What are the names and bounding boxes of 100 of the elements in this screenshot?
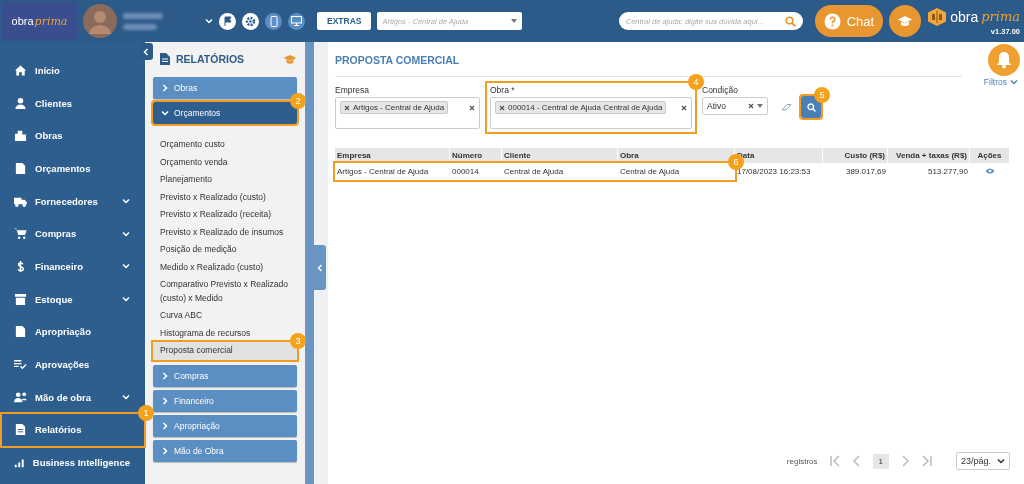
accordion-header[interactable]: Compras bbox=[153, 364, 297, 387]
panel-title: RELATÓRIOS bbox=[176, 53, 246, 65]
phone-icon[interactable] bbox=[265, 12, 282, 30]
submenu-item[interactable]: Orçamento custo bbox=[153, 136, 232, 154]
sidebar-item[interactable]: Estoque bbox=[2, 282, 144, 316]
page-title: PROPOSTA COMERCIAL bbox=[335, 54, 460, 66]
flag-icon[interactable] bbox=[219, 12, 236, 30]
remove-icon[interactable] bbox=[499, 104, 505, 111]
search-icon bbox=[806, 102, 816, 112]
view-icon[interactable] bbox=[985, 168, 995, 174]
sidebar-item[interactable]: Financeiro bbox=[2, 250, 144, 283]
accordion-header[interactable]: Apropriação bbox=[153, 414, 297, 437]
redacted-name bbox=[123, 12, 163, 30]
chevron-icon bbox=[161, 421, 169, 430]
caret-icon bbox=[122, 197, 130, 206]
submenu-item[interactable]: Previsto x Realizado (custo) bbox=[153, 188, 273, 206]
callout-badge: 2 bbox=[290, 93, 306, 109]
sidebar-item[interactable]: Aprovações bbox=[2, 348, 144, 381]
accordion-header[interactable]: Financeiro bbox=[153, 389, 297, 412]
column-header: Custo (R$) bbox=[823, 148, 888, 163]
selected-tag: Artigos - Central de Ajuda bbox=[340, 101, 449, 114]
selected-tag: 000014 - Central de Ajuda Central de Ajuda bbox=[495, 101, 667, 114]
table-cell: 513.277,90 bbox=[927, 167, 968, 176]
chevron-icon bbox=[142, 47, 150, 56]
accordion-header[interactable]: Orçamentos bbox=[153, 102, 297, 124]
sidebar-item[interactable]: Business Intelligence bbox=[2, 446, 144, 479]
filters-link[interactable]: Filtros bbox=[983, 77, 1018, 87]
checklist-icon bbox=[14, 358, 27, 372]
sidebar-item[interactable]: Início bbox=[2, 54, 144, 87]
submenu-item[interactable]: Curva ABC bbox=[153, 307, 210, 325]
avatar bbox=[83, 4, 117, 38]
search-icon bbox=[784, 15, 796, 27]
submenu-item[interactable]: Medido x Realizado (custo) bbox=[153, 258, 270, 276]
accordion-header[interactable]: Obras bbox=[153, 77, 297, 99]
multi-select-field[interactable]: 000014 - Central de Ajuda Central de Ajuda bbox=[490, 97, 692, 129]
multi-select-field[interactable]: Artigos - Central de Ajuda bbox=[335, 97, 480, 129]
sidebar-item[interactable]: Compras bbox=[2, 217, 144, 251]
document-icon bbox=[14, 423, 27, 437]
accordion-header[interactable]: Mão de Obra bbox=[153, 439, 297, 462]
archive-icon bbox=[14, 292, 27, 306]
sidebar-item[interactable]: Orçamentos bbox=[2, 152, 144, 185]
remove-icon[interactable] bbox=[344, 104, 350, 111]
records-label: registros bbox=[786, 456, 818, 466]
select-field[interactable]: Ativo bbox=[702, 97, 768, 115]
submenu-item[interactable]: Orçamento venda bbox=[153, 153, 235, 171]
settings-icon[interactable] bbox=[242, 12, 259, 30]
clear-icon[interactable] bbox=[469, 105, 475, 111]
field-label: Condição bbox=[702, 85, 739, 95]
submenu-item[interactable]: Proposta comercial bbox=[153, 342, 297, 360]
sidebar-item[interactable]: Obras bbox=[2, 119, 144, 153]
table-cell: 000014 bbox=[452, 167, 479, 176]
buildings-icon bbox=[14, 129, 27, 143]
caret-icon bbox=[122, 393, 130, 402]
submenu-item[interactable]: Previsto x Realizado de insumos bbox=[153, 223, 291, 241]
caret-icon bbox=[122, 229, 130, 238]
table-cell: 17/08/2023 16:23:53 bbox=[737, 167, 811, 176]
column-header: Venda + taxas (R$) bbox=[888, 148, 970, 163]
submenu-item[interactable]: Planejamento bbox=[153, 171, 219, 189]
chevron-icon bbox=[315, 263, 324, 272]
callout-badge: 3 bbox=[290, 333, 306, 349]
page-number[interactable]: 1 bbox=[872, 453, 889, 469]
question-icon bbox=[823, 12, 841, 30]
collapse-button[interactable] bbox=[139, 43, 153, 60]
table-cell: Artigos - Central de Ajuda bbox=[337, 167, 429, 176]
collapse-button[interactable] bbox=[313, 245, 326, 290]
clear-icon[interactable] bbox=[748, 103, 754, 109]
dropdown-arrow-icon bbox=[511, 19, 518, 23]
callout-badge: 1 bbox=[138, 404, 154, 421]
dropdown-arrow-icon bbox=[757, 104, 763, 108]
people-icon bbox=[14, 390, 27, 404]
chevron-icon bbox=[161, 84, 169, 92]
person-icon bbox=[14, 96, 27, 110]
table-cell: Central de Ajuda bbox=[504, 167, 564, 176]
document-icon bbox=[160, 53, 170, 65]
per-page-select[interactable]: 23/pág. bbox=[955, 452, 1010, 470]
document-icon bbox=[14, 161, 27, 175]
caret-icon bbox=[122, 262, 130, 271]
monitor-icon[interactable] bbox=[288, 12, 305, 30]
submenu-item[interactable]: Comparativo Previsto x Realizado (custo) x Medido bbox=[153, 276, 297, 307]
extras-button[interactable]: EXTRAS bbox=[317, 12, 372, 30]
logo: obraprima bbox=[2, 2, 77, 40]
home-icon bbox=[14, 63, 27, 77]
cart-icon bbox=[14, 227, 27, 241]
clear-icon[interactable] bbox=[681, 105, 687, 111]
caret-icon bbox=[205, 17, 213, 25]
submenu-item[interactable]: Posição de medição bbox=[153, 241, 244, 259]
search-button[interactable] bbox=[801, 96, 821, 118]
chevron-icon bbox=[161, 396, 169, 405]
column-header: Ações bbox=[970, 148, 1010, 163]
callout-badge: 5 bbox=[814, 87, 830, 103]
submenu-item[interactable]: Previsto x Realizado (receita) bbox=[153, 206, 278, 224]
caret-icon bbox=[997, 457, 1005, 465]
document-icon bbox=[14, 325, 27, 339]
caret-icon bbox=[1010, 78, 1018, 86]
submenu-item[interactable]: Histograma de recursos bbox=[153, 324, 258, 342]
sidebar-item[interactable]: Clientes bbox=[2, 86, 144, 120]
sidebar-item[interactable]: Fornecedores bbox=[2, 184, 144, 218]
sidebar-item[interactable]: Apropriação bbox=[2, 315, 144, 349]
caret-icon bbox=[161, 109, 169, 117]
graduation-cap-icon[interactable] bbox=[889, 5, 922, 37]
